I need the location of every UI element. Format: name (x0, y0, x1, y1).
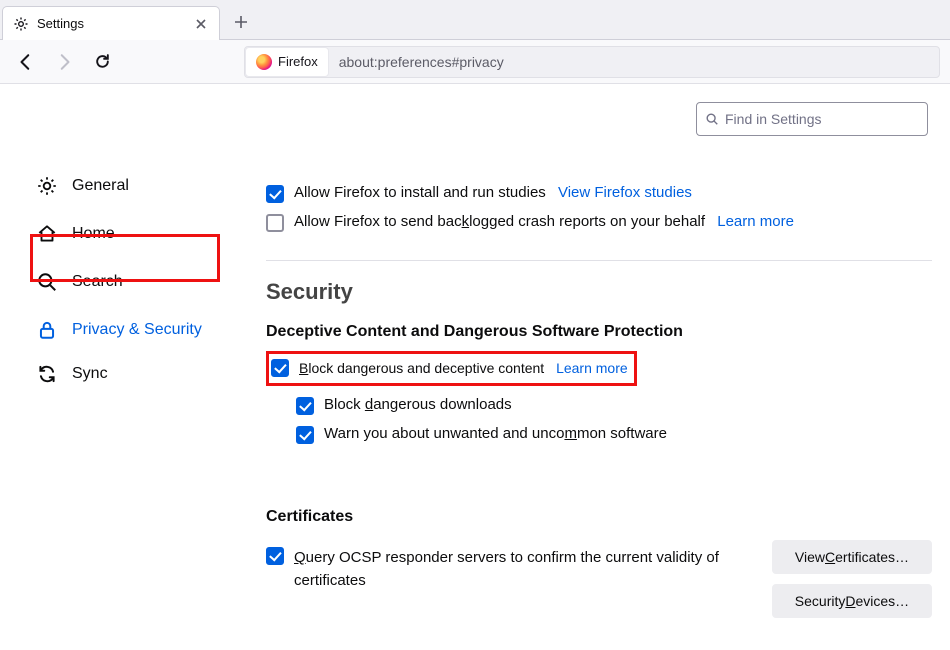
forward-button[interactable] (48, 46, 80, 78)
heading-security: Security (266, 279, 932, 305)
view-certificates-button[interactable]: View Certificates… (772, 540, 932, 574)
label-warn-pre: Warn you about unwanted and unco (324, 425, 564, 442)
btn-dev-post: evices… (856, 593, 910, 609)
security-devices-button[interactable]: Security Devices… (772, 584, 932, 618)
sidebar: General Home Search Privacy & Security S… (0, 84, 230, 650)
search-icon (705, 112, 719, 126)
btn-dev-pre: Security (795, 593, 846, 609)
gear-icon (13, 16, 29, 32)
tab-strip: Settings (0, 0, 950, 40)
firefox-icon (256, 54, 272, 70)
new-tab-button[interactable] (226, 7, 256, 37)
btn-view-post: ertificates… (835, 549, 909, 565)
heading-deceptive: Deceptive Content and Dangerous Software… (266, 323, 932, 341)
label-downloads-post: angerous downloads (373, 396, 511, 413)
sidebar-label-general: General (72, 177, 129, 195)
row-block-downloads: Block dangerous downloads (296, 396, 932, 415)
label-ocsp-ul: Q (294, 549, 306, 566)
tab-settings[interactable]: Settings (2, 6, 220, 40)
checkbox-block-dangerous[interactable] (271, 359, 289, 377)
checkbox-block-downloads[interactable] (296, 397, 314, 415)
btn-view-pre: View (795, 549, 825, 565)
divider (266, 260, 932, 261)
label-crash-post: logged crash reports on your behalf (469, 213, 705, 230)
identity-box[interactable]: Firefox (245, 47, 329, 77)
row-warn-unwanted: Warn you about unwanted and uncommon sof… (296, 425, 932, 444)
btn-dev-ul: D (845, 593, 855, 609)
checkbox-warn-unwanted[interactable] (296, 426, 314, 444)
label-warn-ul: m (564, 425, 577, 442)
search-icon (36, 271, 58, 293)
url-text: about:preferences#privacy (329, 54, 514, 70)
sync-icon (36, 363, 58, 385)
link-block-learn-more[interactable]: Learn more (556, 360, 628, 376)
checkbox-crash-reports[interactable] (266, 214, 284, 232)
label-ocsp-post: uery OCSP responder servers to confirm t… (294, 549, 719, 589)
gear-icon (36, 175, 58, 197)
home-icon (36, 223, 58, 245)
url-bar[interactable]: Firefox about:preferences#privacy (244, 46, 940, 78)
btn-view-ul: C (825, 549, 835, 565)
row-allow-studies: Allow Firefox to install and run studies… (266, 184, 932, 203)
sidebar-label-privacy: Privacy & Security (72, 321, 202, 339)
sidebar-label-home: Home (72, 225, 115, 243)
label-downloads-ul: d (365, 396, 373, 413)
sidebar-item-general[interactable]: General (30, 166, 222, 206)
label-block-ul: B (299, 360, 308, 376)
row-ocsp: Query OCSP responder servers to confirm … (266, 546, 756, 593)
back-button[interactable] (10, 46, 42, 78)
lock-icon (36, 319, 58, 341)
reload-button[interactable] (86, 46, 118, 78)
highlight-block-dangerous: Block dangerous and deceptive content Le… (266, 351, 637, 386)
row-crash-reports: Allow Firefox to send backlogged crash r… (266, 213, 932, 232)
checkbox-ocsp[interactable] (266, 547, 284, 565)
sidebar-label-sync: Sync (72, 365, 108, 383)
sidebar-item-home[interactable]: Home (30, 214, 222, 254)
settings-search[interactable] (696, 102, 928, 136)
label-allow-studies: Allow Firefox to install and run studies (294, 184, 546, 201)
sidebar-item-sync[interactable]: Sync (30, 354, 222, 394)
label-block-post: lock dangerous and deceptive content (308, 360, 544, 376)
sidebar-item-privacy[interactable]: Privacy & Security (30, 310, 222, 350)
link-crash-learn-more[interactable]: Learn more (717, 213, 794, 230)
tab-title: Settings (37, 16, 185, 31)
heading-certificates: Certificates (266, 508, 932, 526)
close-icon[interactable] (193, 16, 209, 32)
identity-label: Firefox (278, 54, 318, 69)
link-view-studies[interactable]: View Firefox studies (558, 184, 692, 201)
content-pane: Allow Firefox to install and run studies… (230, 84, 950, 650)
settings-search-input[interactable] (725, 111, 919, 127)
toolbar: Firefox about:preferences#privacy (0, 40, 950, 84)
label-crash-pre: Allow Firefox to send bac (294, 213, 462, 230)
checkbox-allow-studies[interactable] (266, 185, 284, 203)
label-downloads-pre: Block (324, 396, 365, 413)
sidebar-label-search: Search (72, 273, 123, 291)
label-warn-post: mon software (577, 425, 667, 442)
label-crash-ul: k (462, 213, 470, 230)
sidebar-item-search[interactable]: Search (30, 262, 222, 302)
